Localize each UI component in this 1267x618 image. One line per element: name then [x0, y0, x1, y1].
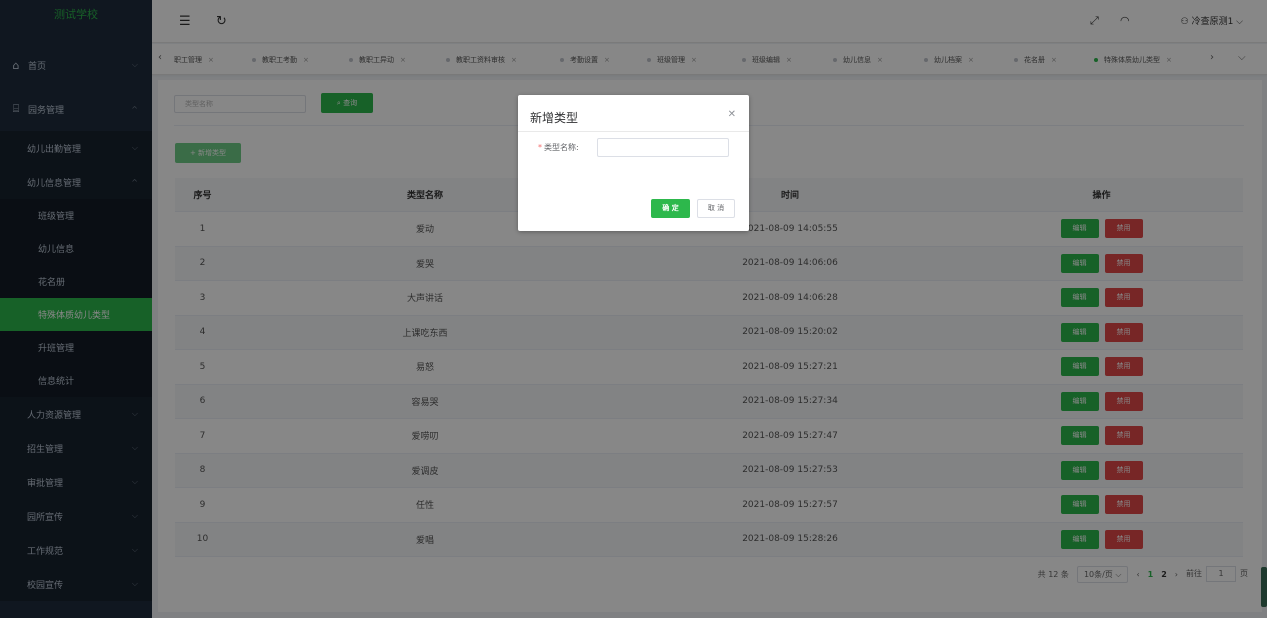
add-type-dialog: 新增类型 ✕ * 类型名称: 确 定 取 消: [518, 95, 749, 231]
confirm-button[interactable]: 确 定: [651, 199, 690, 218]
label-text: 类型名称:: [544, 143, 579, 152]
required-icon: *: [538, 143, 542, 152]
side-drawer-handle[interactable]: [1261, 567, 1267, 607]
dialog-title: 新增类型: [530, 111, 579, 125]
dialog-divider: [518, 131, 749, 132]
modal-overlay[interactable]: [0, 0, 1267, 618]
type-name-input[interactable]: [597, 138, 729, 157]
type-name-label: * 类型名称:: [538, 142, 579, 153]
cancel-button[interactable]: 取 消: [697, 199, 735, 218]
close-icon[interactable]: ✕: [728, 109, 736, 120]
